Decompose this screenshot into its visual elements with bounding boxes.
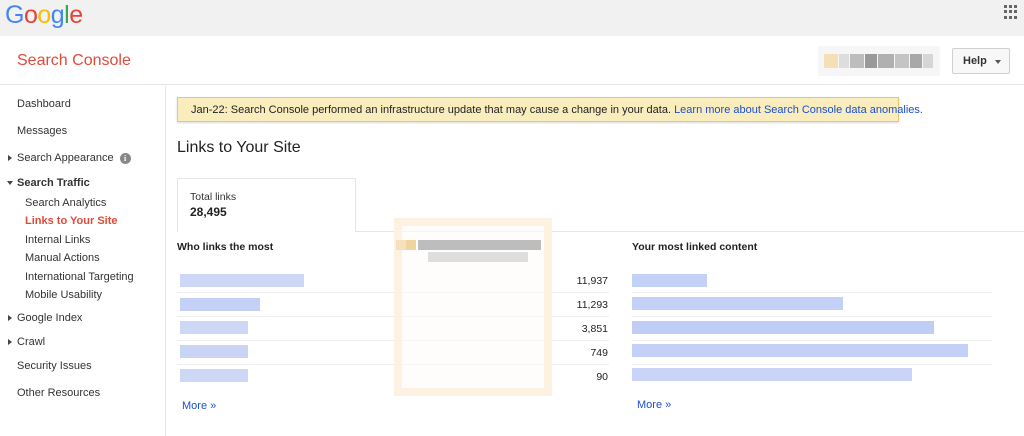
google-logo[interactable]: Google [5, 1, 83, 30]
chevron-right-icon [8, 315, 12, 321]
most-linked-heading: Your most linked content [632, 241, 758, 253]
sidebar-item-label: Search Appearance [17, 152, 114, 164]
who-links-more-link[interactable]: More » [182, 400, 216, 412]
google-top-bar: Google [0, 0, 1024, 36]
sidebar-item-search-appearance[interactable]: Search Appearance i [8, 152, 131, 164]
sidebar-item-messages[interactable]: Messages [17, 125, 67, 137]
sidebar-item-label: Crawl [17, 336, 46, 348]
help-button[interactable]: Help [952, 48, 1010, 74]
link-count: 3,851 [581, 323, 608, 335]
sidebar-subitem-mobile-usability[interactable]: Mobile Usability [25, 289, 102, 301]
sidebar-subitem-links-to-your-site[interactable]: Links to Your Site [25, 215, 118, 227]
logo-letter: o [37, 1, 51, 29]
sidebar-subitem-manual-actions[interactable]: Manual Actions [25, 252, 100, 264]
link-count: 11,293 [576, 299, 608, 311]
total-links-card: Total links 28,495 [177, 178, 356, 232]
logo-letter: e [69, 1, 83, 29]
link-count: 90 [596, 371, 608, 383]
redacted-domain-link[interactable] [180, 274, 304, 287]
sidebar-subitem-international-targeting[interactable]: International Targeting [25, 271, 134, 283]
page-title: Links to Your Site [177, 139, 301, 156]
redacted-page-link[interactable] [632, 274, 707, 287]
sidebar-item-label: Google Index [17, 312, 83, 324]
info-icon[interactable]: i [119, 152, 131, 164]
sidebar-item-crawl[interactable]: Crawl [8, 336, 46, 348]
redacted-domain-link[interactable] [180, 321, 248, 334]
logo-letter: o [23, 1, 38, 29]
redacted-domain-link[interactable] [180, 345, 248, 358]
row-divider [632, 292, 992, 293]
product-name[interactable]: Search Console [17, 52, 131, 70]
sidebar-item-security-issues[interactable]: Security Issues [17, 360, 92, 372]
redacted-page-link[interactable] [632, 368, 912, 381]
row-divider [632, 316, 992, 317]
account-switcher[interactable] [818, 46, 940, 76]
logo-letter: G [5, 1, 24, 29]
row-divider [632, 364, 992, 365]
data-anomaly-banner: Jan-22: Search Console performed an infr… [177, 97, 923, 122]
sidebar-subitem-search-analytics[interactable]: Search Analytics [25, 197, 106, 209]
sidebar-item-search-traffic[interactable]: Search Traffic [7, 177, 90, 189]
redacted-domain-link[interactable] [180, 298, 260, 311]
link-count: 11,937 [576, 275, 608, 287]
sidebar-item-google-index[interactable]: Google Index [8, 312, 83, 324]
chevron-down-icon [995, 60, 1001, 64]
app-header: Search Console Help [0, 36, 1024, 85]
redacted-overlay-header [396, 238, 541, 263]
total-links-label: Total links [190, 191, 237, 203]
sidebar-subitem-internal-links[interactable]: Internal Links [25, 234, 90, 246]
redacted-page-link[interactable] [632, 321, 934, 334]
sidebar-item-label: Search Traffic [17, 177, 90, 189]
chevron-right-icon [8, 155, 12, 161]
banner-learn-more-link[interactable]: Learn more about Search Console data ano… [674, 104, 923, 116]
sidebar-item-other-resources[interactable]: Other Resources [17, 387, 100, 399]
link-count: 749 [590, 347, 608, 359]
who-links-heading: Who links the most [177, 241, 274, 253]
logo-letter: g [50, 1, 65, 29]
chevron-down-icon [7, 181, 13, 185]
sidebar-item-dashboard[interactable]: Dashboard [17, 98, 71, 110]
apps-grid-icon[interactable] [1004, 5, 1018, 19]
banner-text: Jan-22: Search Console performed an infr… [191, 104, 675, 116]
total-links-value: 28,495 [190, 205, 227, 219]
chevron-right-icon [8, 339, 12, 345]
row-divider [632, 340, 992, 341]
redacted-page-link[interactable] [632, 344, 968, 357]
most-linked-more-link[interactable]: More » [637, 399, 671, 411]
redacted-page-link[interactable] [632, 297, 843, 310]
sidebar-nav: Dashboard Messages Search Appearance i S… [0, 86, 166, 436]
help-button-label: Help [963, 55, 987, 67]
redacted-domain-link[interactable] [180, 369, 248, 382]
